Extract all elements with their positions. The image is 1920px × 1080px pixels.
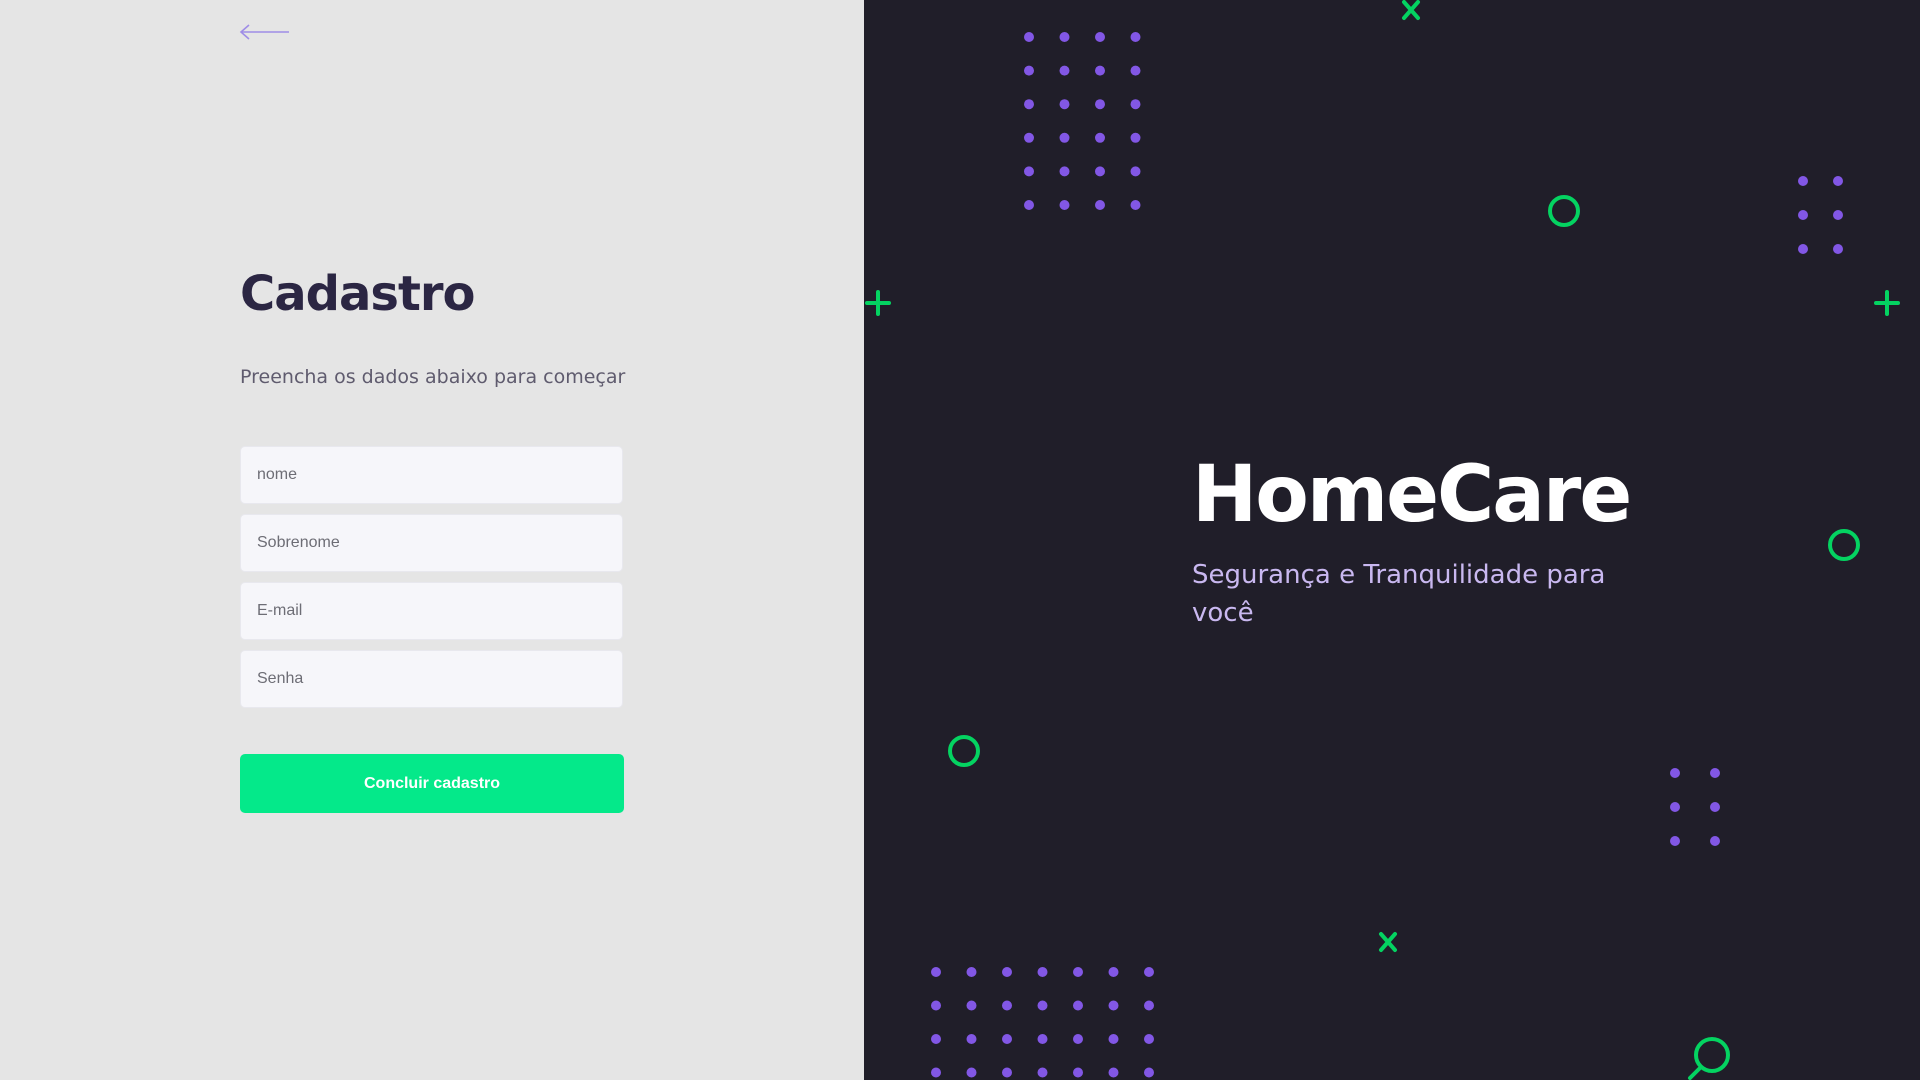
dot [1073,967,1083,977]
dot [1059,99,1070,110]
dot [1798,176,1808,186]
dot [1710,802,1720,812]
dot [1130,200,1141,210]
dot [1073,1067,1083,1078]
dot [931,1067,941,1078]
magnifier-icon [1688,1037,1730,1080]
plus-icon [1874,290,1900,316]
dot [1095,200,1105,210]
dot [1095,65,1105,76]
dot [1037,1000,1048,1011]
dot [1108,1067,1119,1078]
dot [1037,967,1048,977]
page-title: Cadastro [240,266,476,322]
dot [1108,1000,1119,1011]
page-subtitle: Preencha os dados abaixo para começar [240,366,626,388]
dot-grid-pattern [931,32,1843,1078]
dot [1073,1000,1083,1011]
circle-outline-icon [948,735,980,767]
dot [966,1067,977,1078]
brand-name: HomeCare [1192,450,1632,540]
dot [1130,99,1141,110]
dot [1833,176,1843,186]
dot [1059,200,1070,210]
x-mark-icon [1379,932,1397,952]
dot [1130,166,1141,177]
dot [1024,132,1034,143]
dot [1002,967,1012,977]
dot [1095,166,1105,177]
dot [1670,836,1680,846]
brand-tagline: Segurança e Tranquilidade para você [1192,560,1606,628]
dot [1002,1067,1012,1078]
dot [1002,1000,1012,1011]
dot [1670,802,1680,812]
dot [1670,768,1680,778]
decorative-pattern [865,0,1900,1080]
last-name-field[interactable] [240,514,623,572]
dot [1798,210,1808,220]
dot [1024,32,1034,42]
x-mark-icon [1402,0,1420,20]
plus-icon [865,290,1900,316]
dot [1144,1000,1154,1011]
dot [1037,1034,1048,1044]
dot [1059,132,1070,143]
email-field[interactable] [240,582,623,640]
dot [1144,967,1154,977]
dot [1130,132,1141,143]
arrow-left-icon [239,24,289,40]
hero-panel: HomeCare Segurança e Tranquilidade para … [864,0,1920,1080]
dot [1798,244,1808,254]
dot [1059,65,1070,76]
dot [931,1034,941,1044]
dot [1710,768,1720,778]
first-name-field[interactable] [240,446,623,504]
dot [931,967,941,977]
dot [966,1000,977,1011]
dot [1073,1034,1083,1044]
signup-panel: Cadastro Preencha os dados abaixo para c… [0,0,864,1080]
dot [1108,1034,1119,1044]
dot [1002,1034,1012,1044]
circle-outline-icon [1548,195,1580,227]
dot [1108,967,1119,977]
dot [1144,1034,1154,1044]
plus-icon [865,290,891,316]
password-field[interactable] [240,650,623,708]
dot [931,1000,941,1011]
dot [1059,166,1070,177]
dot [1024,200,1034,210]
dot [1130,32,1141,42]
dot [966,967,977,977]
dot [1095,32,1105,42]
dot [1024,65,1034,76]
dot [1095,99,1105,110]
dot [1024,99,1034,110]
dot [1024,166,1034,177]
submit-button[interactable]: Concluir cadastro [240,754,624,813]
dot [1144,1067,1154,1078]
dot [1059,32,1070,42]
back-button[interactable] [238,20,292,44]
dot [1833,244,1843,254]
dot [1095,132,1105,143]
dot [1833,210,1843,220]
dot [966,1034,977,1044]
dot [1710,836,1720,846]
circle-outline-icon [1828,529,1860,561]
dot [1130,65,1141,76]
dot [1037,1067,1048,1078]
